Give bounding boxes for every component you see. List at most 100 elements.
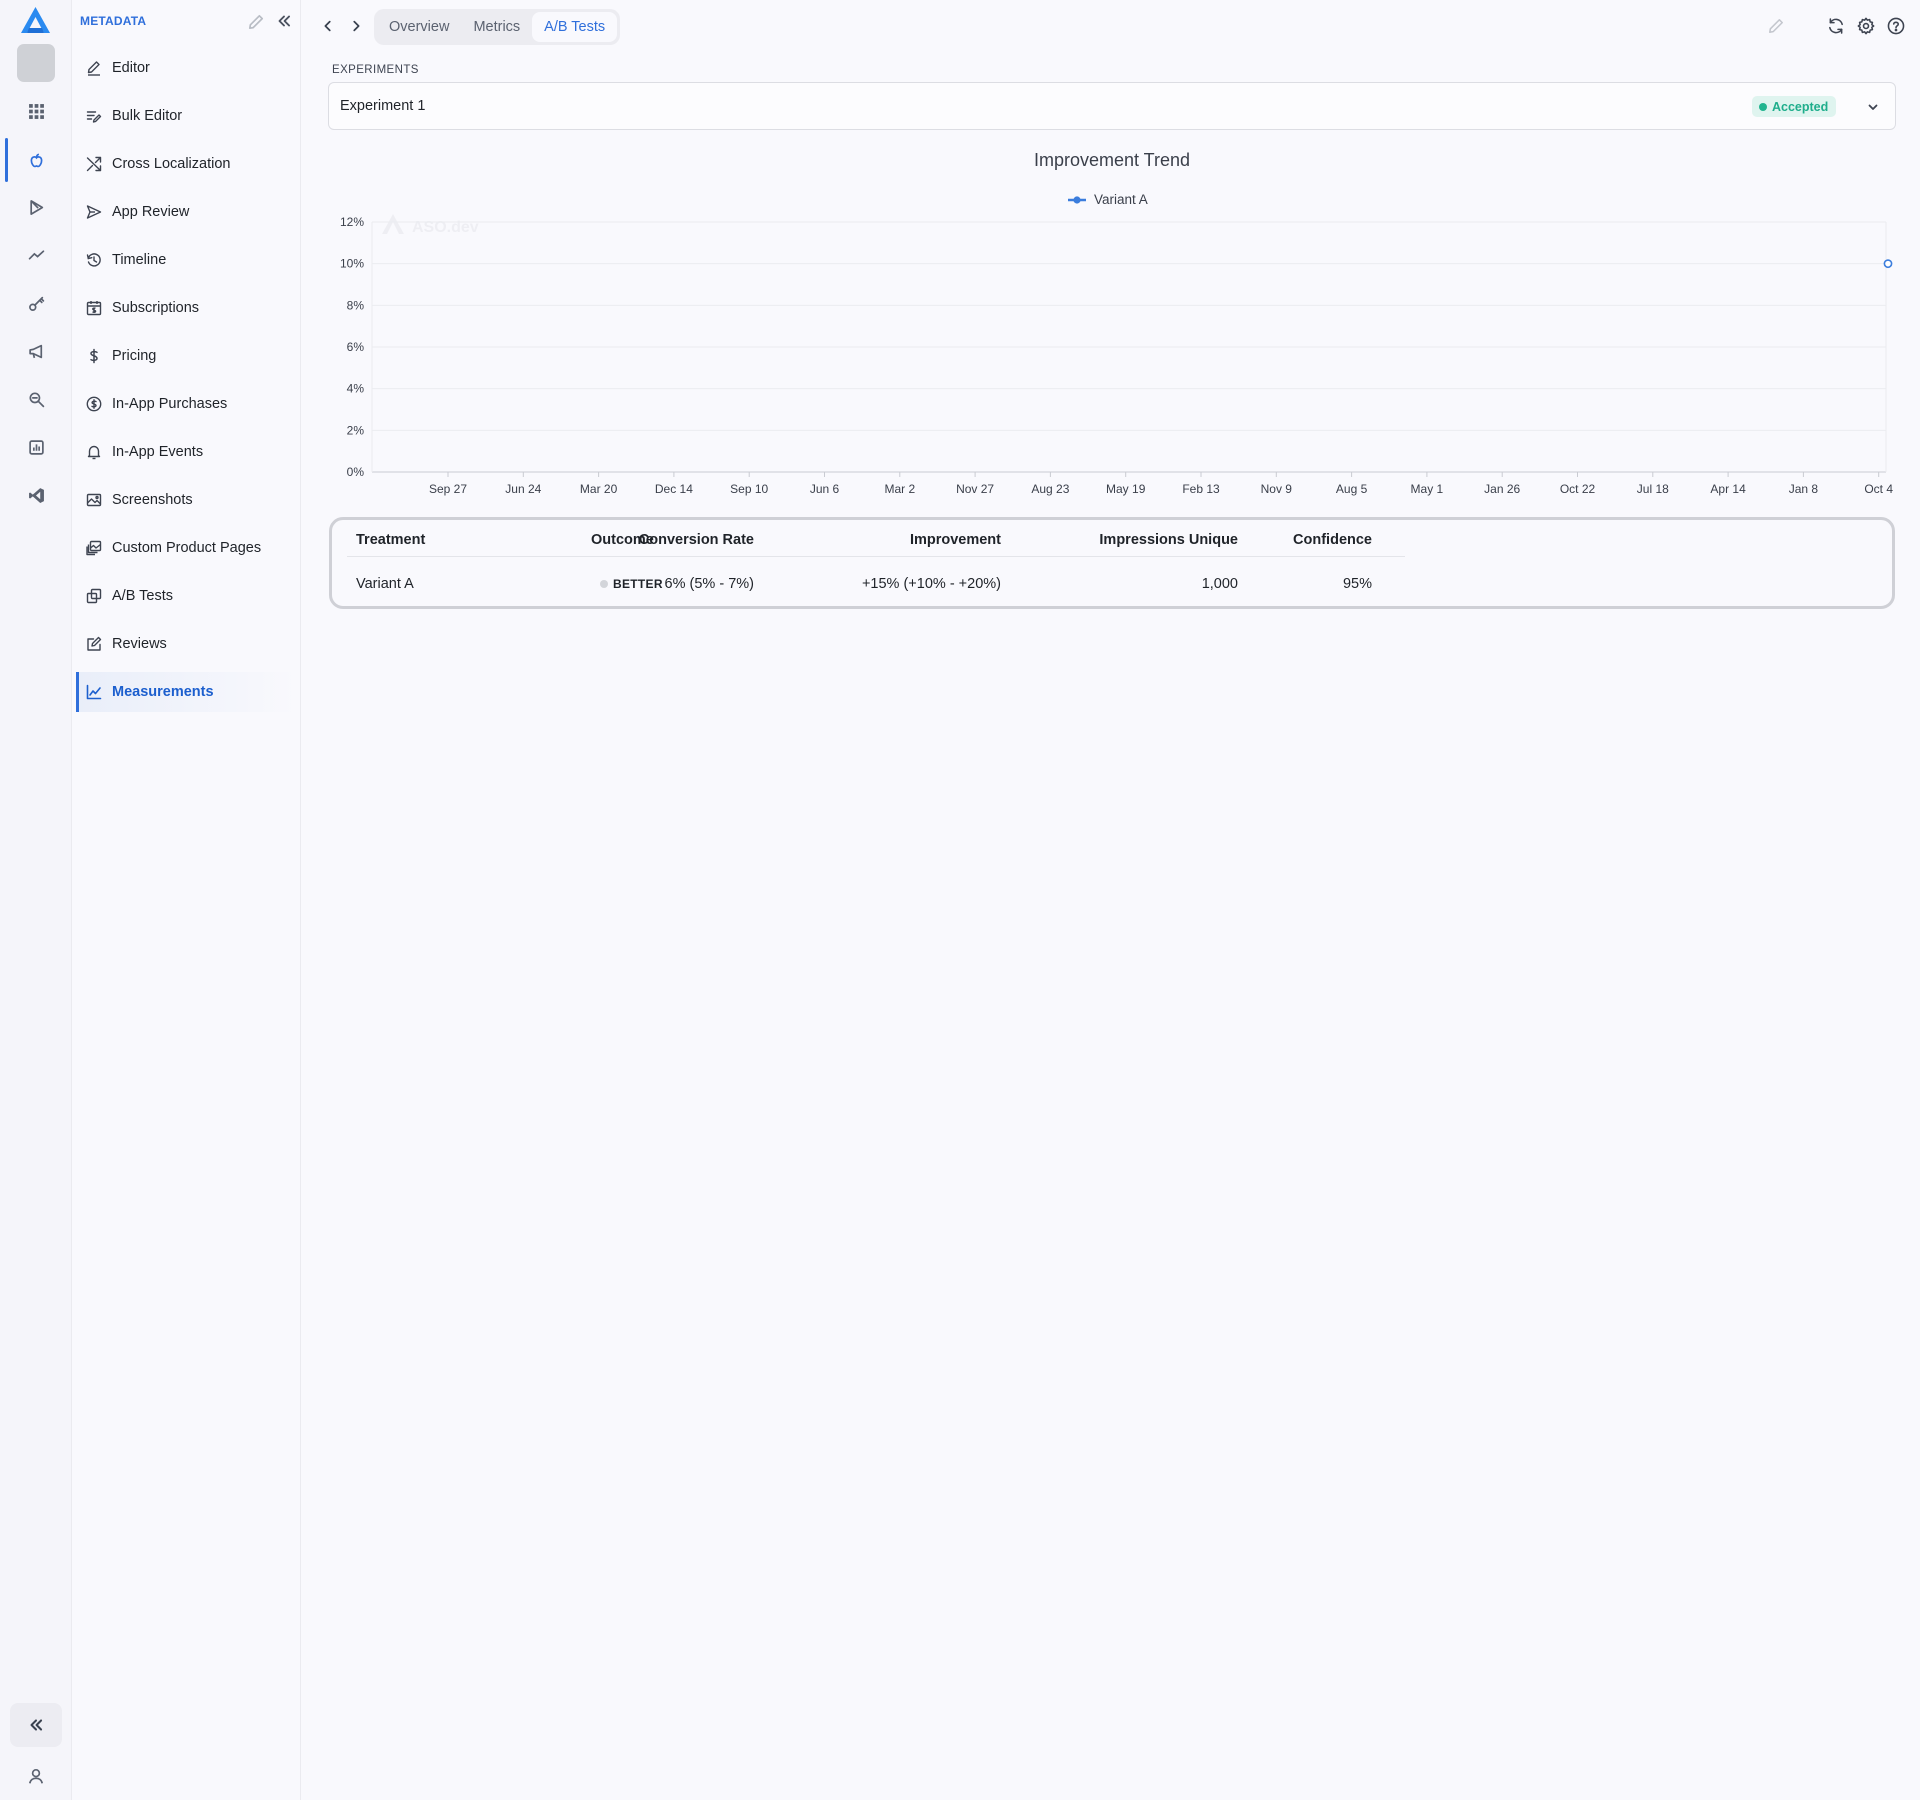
x-tick-label: Oct 4: [1864, 482, 1893, 496]
sidebar-item-label: Cross Localization: [112, 156, 231, 172]
search-settings-icon[interactable]: [14, 377, 58, 421]
experiment-select[interactable]: Experiment 1 Accepted: [328, 82, 1896, 130]
x-tick-label: May 19: [1106, 482, 1146, 496]
x-tick-label: Feb 13: [1182, 482, 1220, 496]
cell-improvement: +15% (+10% - +20%): [861, 576, 1001, 592]
tab-metrics[interactable]: Metrics: [461, 12, 532, 42]
sidebar-heading: METADATA: [80, 14, 147, 28]
data-point: [1883, 259, 1893, 269]
x-tick-label: Nov 27: [956, 482, 994, 496]
sidebar-item-label: Reviews: [112, 636, 167, 652]
x-tick-label: Mar 2: [884, 482, 915, 496]
sidebar-item-in-app-purchases[interactable]: In-App Purchases: [76, 384, 296, 424]
x-tick-label: Jan 26: [1484, 482, 1520, 496]
user-icon[interactable]: [14, 1756, 58, 1796]
sidebar-item-label: App Review: [112, 204, 190, 220]
x-tick-label: Jun 24: [505, 482, 541, 496]
x-tick-label: Jun 6: [810, 482, 840, 496]
x-tick-label: Mar 20: [580, 482, 618, 496]
sidebar-item-app-review[interactable]: App Review: [76, 192, 296, 232]
page-tabs: Overview Metrics A/B Tests: [374, 9, 621, 45]
legend-marker-icon: [1068, 195, 1086, 204]
review-icon: [86, 636, 102, 652]
chart-title: Improvement Trend: [1033, 150, 1191, 170]
edit-pencil-icon[interactable]: [1767, 17, 1785, 35]
experiment-name: Experiment 1: [340, 98, 426, 114]
sidebar-item-cross-localization[interactable]: Cross Localization: [76, 144, 296, 184]
section-sidebar: METADATA Editor Bulk Editor Cross Locali…: [72, 0, 301, 1800]
col-header-improvement: Improvement: [909, 532, 1001, 548]
app-logo-icon[interactable]: [20, 6, 51, 34]
x-tick-label: Dec 14: [655, 482, 693, 496]
sidebar-item-bulk-editor[interactable]: Bulk Editor: [76, 96, 296, 136]
sidebar-item-label: In-App Purchases: [112, 396, 228, 412]
coin-icon: [86, 396, 102, 412]
table-header-divider: [347, 556, 1405, 557]
history-icon: [86, 252, 102, 268]
chart-legend[interactable]: Variant A: [1068, 192, 1148, 207]
forward-arrow-icon[interactable]: [346, 16, 366, 36]
collapse-sidebar-icon[interactable]: [275, 12, 293, 32]
report-icon[interactable]: [14, 425, 58, 469]
col-header-conversion-rate: Conversion Rate: [638, 532, 754, 548]
google-play-icon[interactable]: [14, 185, 58, 229]
line-chart-icon: [86, 684, 102, 700]
sidebar-item-custom-product-pages[interactable]: Custom Product Pages: [76, 528, 296, 568]
sidebar-item-pricing[interactable]: Pricing: [76, 336, 296, 376]
icon-rail: [0, 0, 72, 1800]
sidebar-item-reviews[interactable]: Reviews: [76, 624, 296, 664]
help-icon[interactable]: [1887, 17, 1905, 35]
tab-overview[interactable]: Overview: [377, 12, 461, 42]
sidebar-item-subscriptions[interactable]: Subscriptions: [76, 288, 296, 328]
vscode-icon[interactable]: [14, 473, 58, 517]
improvement-trend-chart: ASO.dev 0% 2% 4% 6% 8% 10% 12% Sep 27 Jun 24 Mar…: [340, 214, 1893, 496]
megaphone-icon[interactable]: [14, 329, 58, 373]
x-tick-label: Oct 22: [1560, 482, 1596, 496]
x-tick-label: Sep 10: [730, 482, 768, 496]
y-tick-label: 2%: [347, 423, 365, 437]
send-icon: [86, 204, 102, 220]
list-edit-icon: [86, 108, 102, 124]
edit-pencil-icon[interactable]: [247, 13, 265, 31]
pencil-line-icon: [86, 60, 102, 76]
sidebar-item-label: Screenshots: [112, 492, 193, 508]
key-icon[interactable]: [14, 281, 58, 325]
image-icon: [86, 492, 102, 508]
col-header-treatment: Treatment: [356, 532, 426, 548]
sidebar-item-in-app-events[interactable]: In-App Events: [76, 432, 296, 472]
gear-icon[interactable]: [1857, 17, 1875, 35]
trend-icon[interactable]: [14, 233, 58, 277]
col-header-impressions-unique: Impressions Unique: [1099, 532, 1238, 548]
sidebar-item-screenshots[interactable]: Screenshots: [76, 480, 296, 520]
sidebar-item-label: Timeline: [112, 252, 167, 268]
collapse-rail-button[interactable]: [10, 1703, 62, 1747]
status-text: Accepted: [1772, 99, 1829, 114]
x-tick-label: May 1: [1411, 482, 1444, 496]
cell-conversion-rate: 6% (5% - 7%): [664, 576, 754, 592]
apps-grid-icon[interactable]: [14, 89, 58, 133]
x-tick-label: Aug 23: [1031, 482, 1069, 496]
outcome-text: BETTER: [613, 577, 663, 591]
sidebar-item-editor[interactable]: Editor: [76, 48, 296, 88]
rail-active-indicator: [5, 138, 8, 182]
x-tick-label: Nov 9: [1261, 482, 1293, 496]
dollar-icon: [86, 348, 102, 364]
y-tick-label: 4%: [347, 382, 365, 396]
outcome-dot: [600, 580, 608, 588]
back-arrow-icon[interactable]: [318, 16, 338, 36]
tab-ab-tests[interactable]: A/B Tests: [532, 12, 618, 42]
sidebar-item-label: Bulk Editor: [112, 108, 183, 124]
app-avatar[interactable]: [17, 44, 55, 82]
sidebar-item-measurements[interactable]: Measurements: [76, 672, 296, 712]
sidebar-item-ab-tests[interactable]: A/B Tests: [76, 576, 296, 616]
chevron-down-icon[interactable]: [1865, 99, 1881, 115]
refresh-icon[interactable]: [1827, 17, 1845, 35]
x-tick-label: Sep 27: [429, 482, 467, 496]
cell-outcome: BETTER: [600, 577, 663, 591]
sidebar-item-label: Custom Product Pages: [112, 540, 262, 556]
results-table: Treatment Outcome Conversion Rate Improv…: [329, 517, 1895, 609]
y-tick-label: 6%: [347, 340, 365, 354]
sidebar-item-timeline[interactable]: Timeline: [76, 240, 296, 280]
y-tick-label: 10%: [340, 257, 364, 271]
apple-icon[interactable]: [14, 138, 58, 182]
